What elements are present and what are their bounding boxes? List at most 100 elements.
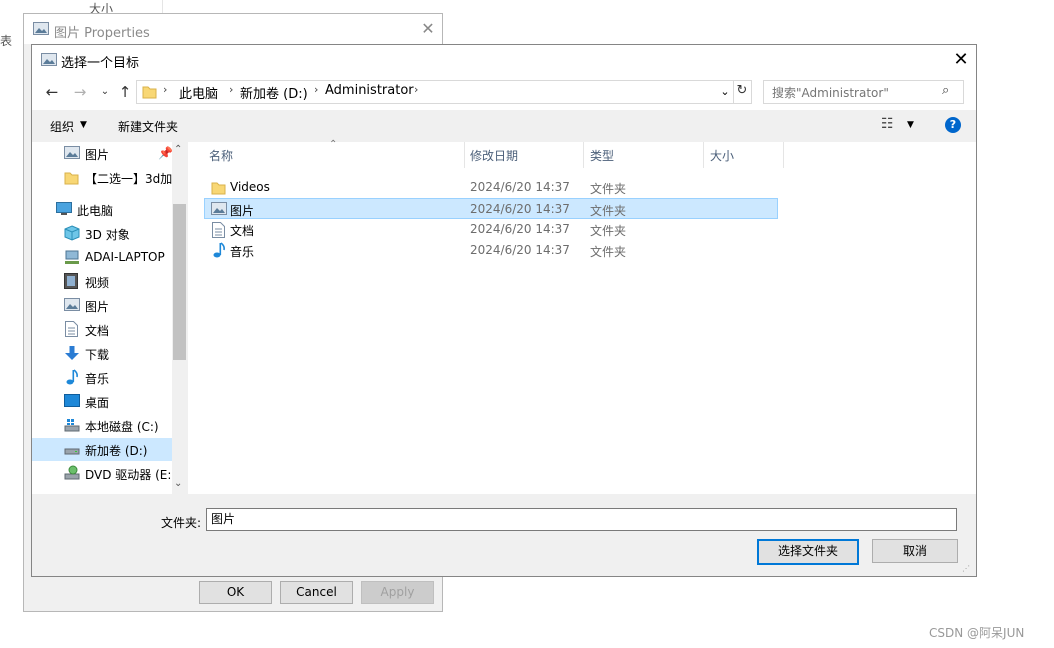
search-input[interactable]	[764, 81, 944, 105]
folder-icon	[64, 172, 79, 185]
resize-grip-icon[interactable]: ⋰	[962, 564, 970, 573]
sidebar-item-label: 音乐	[85, 372, 110, 386]
column-divider[interactable]	[464, 142, 465, 168]
sidebar-item-label: 此电脑	[77, 204, 114, 218]
view-dropdown-icon[interactable]: ▼	[907, 120, 914, 130]
music-icon	[66, 369, 78, 385]
apply-button[interactable]: Apply	[361, 581, 434, 604]
file-row-documents[interactable]: 文档 2024/6/20 14:37 文件夹	[204, 219, 778, 240]
address-bar[interactable]: › 此电脑 › 新加卷 (D:) › Administrator ›	[136, 80, 752, 104]
file-row-music[interactable]: 音乐 2024/6/20 14:37 文件夹	[204, 240, 778, 261]
sidebar-item-3d-objects[interactable]: 3D 对象	[32, 222, 172, 245]
file-type: 文件夹	[590, 245, 627, 259]
column-header-size[interactable]: 大小	[710, 147, 734, 164]
sidebar-item-label: 本地磁盘 (C:)	[85, 420, 159, 434]
file-modified: 2024/6/20 14:37	[470, 243, 570, 257]
sidebar-item-downloads[interactable]: 下载	[32, 342, 172, 365]
ok-button[interactable]: OK	[199, 581, 272, 604]
navigation-scrollbar[interactable]: ⌃ ⌄	[172, 142, 187, 494]
sidebar-item-pictures-pinned[interactable]: 图片 📌	[32, 142, 173, 165]
sidebar-item-drive-c[interactable]: 本地磁盘 (C:)	[32, 414, 172, 437]
file-name: 图片	[230, 204, 255, 218]
sidebar-item-label: 3D 对象	[85, 228, 130, 242]
breadcrumb-this-pc[interactable]: 此电脑	[179, 83, 218, 102]
sidebar-item-label: 桌面	[85, 396, 110, 410]
view-options-icon[interactable]: ☷	[881, 116, 894, 132]
drive-c-icon	[64, 419, 80, 432]
document-icon	[65, 321, 78, 337]
dialog-titlebar: 选择一个目标 ✕	[32, 45, 976, 75]
column-divider[interactable]	[583, 142, 584, 168]
column-header-modified[interactable]: 修改日期	[470, 147, 518, 164]
music-icon	[213, 242, 225, 258]
up-arrow-icon[interactable]: ↑	[116, 83, 134, 101]
dialog-close-button[interactable]: ✕	[949, 48, 973, 72]
column-divider[interactable]	[703, 142, 704, 168]
scroll-down-icon[interactable]: ⌄	[174, 478, 182, 489]
breadcrumb-separator-icon: ›	[229, 83, 234, 96]
sidebar-item-label: ADAI-LAPTOP	[85, 250, 165, 264]
column-header-name[interactable]: 名称	[209, 147, 233, 164]
3d-objects-icon	[64, 225, 80, 241]
cancel-button[interactable]: Cancel	[280, 581, 353, 604]
file-modified: 2024/6/20 14:37	[470, 222, 570, 236]
scrollbar-thumb[interactable]	[173, 204, 186, 360]
sidebar-item-drive-d[interactable]: 新加卷 (D:)	[32, 438, 172, 461]
sidebar-item-videos[interactable]: 视频	[32, 270, 172, 293]
breadcrumb-drive-d[interactable]: 新加卷 (D:)	[240, 83, 308, 102]
select-folder-dialog: 选择一个目标 ✕ ← → ⌄ ↑ › 此电脑 › 新加卷 (D:) › Admi…	[31, 44, 977, 577]
document-icon	[212, 222, 225, 238]
cancel-dialog-button[interactable]: 取消	[872, 539, 958, 563]
breadcrumb-separator-icon: ›	[163, 83, 168, 96]
sidebar-item-dvd-drive[interactable]: DVD 驱动器 (E:)	[32, 462, 172, 485]
sidebar-item-label: 视频	[85, 276, 110, 290]
address-dropdown-chevron-icon[interactable]: ⌄	[717, 80, 734, 104]
new-folder-button[interactable]: 新建文件夹	[118, 118, 178, 135]
sidebar-item-label: 图片	[85, 300, 110, 314]
file-type: 文件夹	[590, 182, 627, 196]
dialog-title: 选择一个目标	[61, 56, 140, 71]
folder-icon	[211, 182, 226, 195]
sidebar-item-music[interactable]: 音乐	[32, 366, 172, 389]
folder-name-input[interactable]	[206, 508, 957, 531]
refresh-icon[interactable]: ↻	[733, 80, 751, 102]
sidebar-item-this-pc[interactable]: 此电脑	[32, 198, 172, 221]
properties-close-button[interactable]: ✕	[418, 19, 438, 39]
pictures-icon	[211, 202, 227, 215]
sidebar-item-pictures[interactable]: 图片	[32, 294, 172, 317]
organize-menu[interactable]: 组织	[50, 118, 74, 135]
sidebar-item-network-pc[interactable]: ADAI-LAPTOP	[32, 246, 172, 269]
background-text-left: 表	[0, 34, 13, 48]
organize-dropdown-icon[interactable]: ▼	[80, 120, 87, 130]
file-name: Videos	[230, 180, 270, 194]
breadcrumb-administrator[interactable]: Administrator	[325, 83, 414, 98]
sidebar-item-documents[interactable]: 文档	[32, 318, 172, 341]
sidebar-item-label: DVD 驱动器 (E:)	[85, 468, 172, 482]
pictures-icon	[33, 22, 49, 35]
file-row-videos[interactable]: Videos 2024/6/20 14:37 文件夹	[204, 177, 778, 198]
help-icon[interactable]: ?	[945, 117, 961, 133]
drive-d-icon	[64, 448, 80, 455]
sidebar-item-desktop[interactable]: 桌面	[32, 390, 172, 413]
computer-icon	[56, 202, 72, 215]
sidebar-item-label: 新加卷 (D:)	[85, 444, 148, 458]
scroll-up-icon[interactable]: ⌃	[174, 144, 182, 155]
sidebar-item-folder[interactable]: 【二选一】3d加	[32, 166, 172, 189]
recent-locations-chevron-icon[interactable]: ⌄	[96, 83, 114, 101]
search-icon[interactable]: ⌕	[942, 83, 949, 98]
forward-arrow-icon[interactable]: →	[71, 83, 89, 101]
column-header-type[interactable]: 类型	[590, 147, 614, 164]
dialog-app-icon	[41, 53, 57, 66]
file-row-pictures[interactable]: 图片 2024/6/20 14:37 文件夹	[204, 198, 778, 219]
properties-titlebar: 图片 Properties ✕	[24, 14, 442, 44]
file-type: 文件夹	[590, 204, 627, 218]
watermark: CSDN @阿呆JUN	[929, 626, 1025, 640]
select-folder-button[interactable]: 选择文件夹	[757, 539, 859, 565]
pin-icon[interactable]: 📌	[158, 146, 173, 160]
search-box[interactable]: ⌕	[763, 80, 964, 105]
sidebar-item-label: 图片	[85, 148, 110, 162]
back-arrow-icon[interactable]: ←	[43, 83, 61, 101]
column-divider[interactable]	[783, 142, 784, 168]
file-modified: 2024/6/20 14:37	[470, 202, 570, 216]
sidebar-item-label: 下载	[85, 348, 110, 362]
